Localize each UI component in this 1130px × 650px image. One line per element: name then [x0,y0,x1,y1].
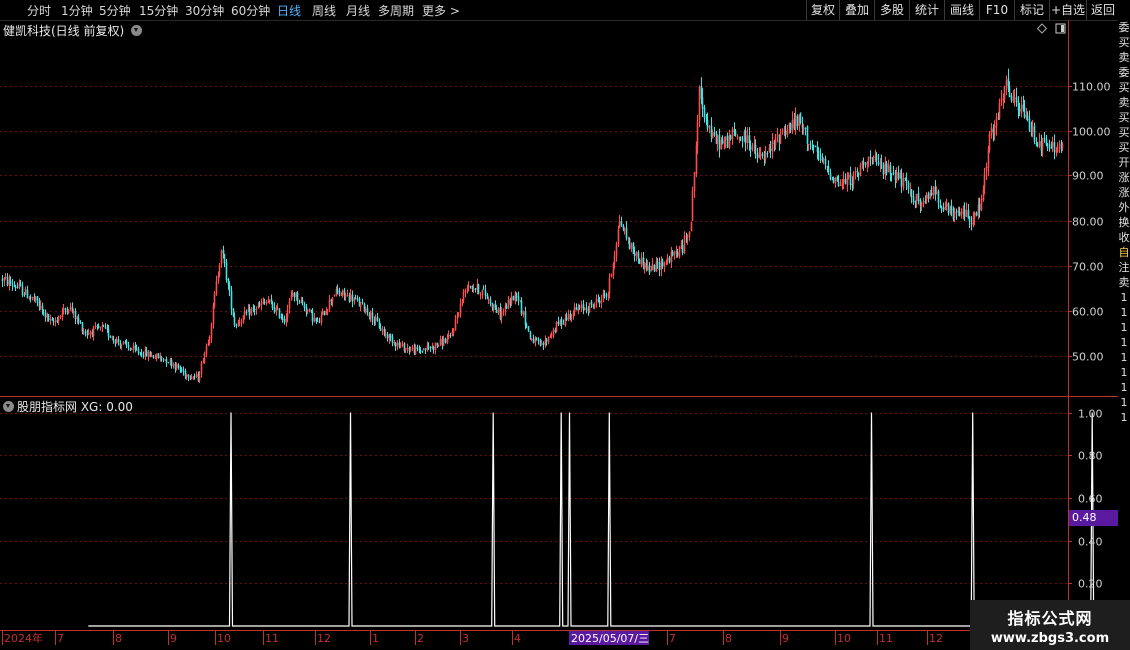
price-tick-label: 100.00 [1072,126,1111,139]
quote-column-char: 涨 [1118,171,1130,184]
price-tick-label: 50.00 [1072,351,1104,364]
indicator-tick-label: 1.00 [1078,408,1103,421]
quote-column-char: 1 [1120,366,1128,379]
cursor-date-label: 2025/05/07/三 [571,632,649,645]
time-tick-label: 1 [372,632,379,645]
indicator-tick-label: 0.60 [1078,493,1103,506]
quote-column-char: 1 [1120,381,1128,394]
time-tick-label: 8 [115,632,122,645]
watermark-logo: 指标公式网 www.zbgs3.com [970,600,1130,650]
quote-column-char: 外 [1118,201,1130,214]
time-tick-label: 7 [669,632,676,645]
main-panel-title: 健凯科技(日线 前复权) [3,22,143,39]
chevron-down-icon[interactable] [131,25,143,36]
quote-column-clipped: 委买卖委买卖买买买开涨涨外换收自注卖111111111 [1118,20,1130,630]
time-tick-label: 8 [725,632,732,645]
quote-column-char: 1 [1120,306,1128,319]
indicator-value-badge: 0.48 [1069,510,1120,526]
quote-column-char: 卖 [1118,96,1130,109]
quote-column-char: 收 [1118,231,1130,244]
time-tick-label: 11 [265,632,279,645]
indicator-panel-title: 股朋指标网 XG: 0.00 [3,398,133,415]
quote-column-char: 委 [1118,21,1130,34]
panel-toggle-icon-fill [1061,25,1064,32]
quote-column-char: 1 [1120,411,1128,424]
time-tick-label: 2024年 [4,631,43,645]
axis-layer: 50.00 60.00 70.00 80.00 90.00 100.00 110.00 0.2… [0,20,1118,645]
signal-layer [88,412,1095,627]
chart-area[interactable]: 50.00 60.00 70.00 80.00 90.00 100.00 110.00 0.2… [0,0,1130,650]
price-tick-label: 70.00 [1072,261,1104,274]
quote-column-char: 1 [1120,351,1128,364]
panel-icons [1036,23,1066,34]
time-tick-label: 12 [317,632,331,645]
time-tick-label: 7 [57,632,64,645]
quote-column-char: 买 [1118,111,1130,124]
quote-column-char: 1 [1120,396,1128,409]
time-tick-label: 4 [514,632,521,645]
quote-column-char: 1 [1120,291,1128,304]
diamond-icon[interactable] [1036,23,1048,34]
time-tick-label: 10 [837,632,851,645]
quote-column-char: 注 [1118,261,1130,274]
xg-signal-line [88,412,1095,627]
quote-column-char: 1 [1120,336,1128,349]
quote-column-char: 1 [1120,321,1128,334]
quote-column-char: 涨 [1118,186,1130,199]
indicator-tick-label: 0.80 [1078,450,1103,463]
indicator-tick-label: 0.20 [1078,578,1103,591]
price-tick-label: 110.00 [1072,81,1111,94]
quote-column-char: 买 [1118,36,1130,49]
price-tick-label: 80.00 [1072,216,1104,229]
chevron-down-icon[interactable] [3,401,14,412]
quote-column-char: 卖 [1118,276,1130,289]
quote-column-char: 买 [1118,141,1130,154]
price-tick-label: 60.00 [1072,306,1104,319]
quote-column-char: 自 [1118,246,1130,259]
time-tick-label: 3 [462,632,469,645]
watermark-title: 指标公式网 [1007,609,1093,628]
time-tick-label: 12 [929,632,943,645]
candles-layer [1,68,1064,384]
indicator-tick-label: 0.40 [1078,536,1103,549]
quote-column-char: 买 [1118,126,1130,139]
quote-column-char: 开 [1118,156,1130,169]
time-tick-label: 11 [879,632,893,645]
time-tick-label: 2 [417,632,424,645]
price-tick-label: 90.00 [1072,170,1104,183]
quote-column-char: 委 [1118,66,1130,79]
time-tick-label: 9 [170,632,177,645]
watermark-url: www.zbgs3.com [990,631,1110,646]
stock-title: 健凯科技(日线 前复权) [3,24,125,38]
indicator-title: 股朋指标网 XG: 0.00 [17,400,133,414]
time-tick-label: 10 [217,632,231,645]
quote-column-char: 买 [1118,81,1130,94]
quote-column-char: 换 [1118,216,1130,229]
quote-column-char: 卖 [1118,51,1130,64]
time-tick-label: 9 [782,632,789,645]
